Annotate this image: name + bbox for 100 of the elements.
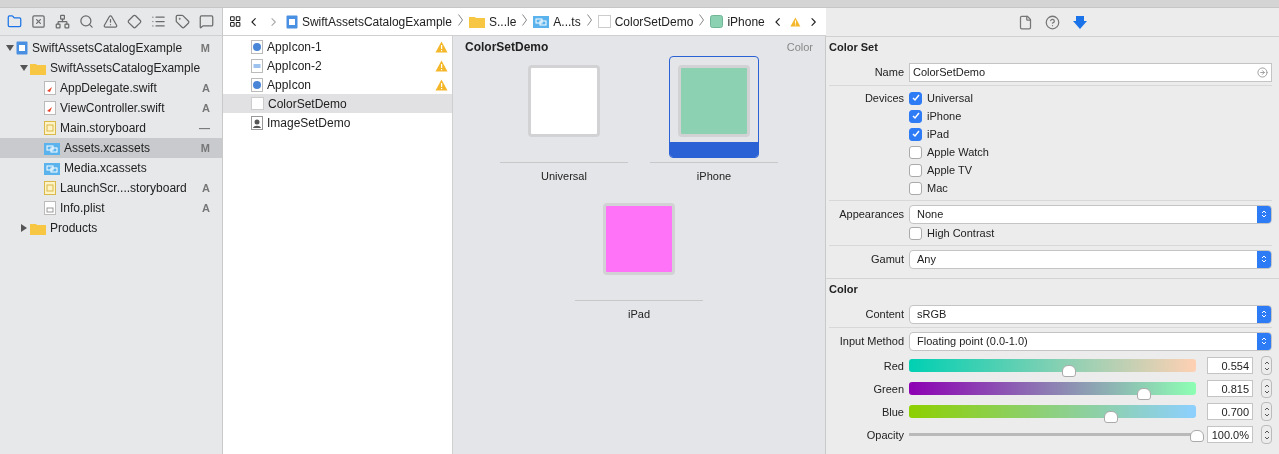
slider-thumb[interactable] xyxy=(1190,430,1204,442)
asset-title: ColorSetDemo xyxy=(465,40,549,54)
checkbox-label: iPad xyxy=(927,128,950,140)
checkbox[interactable] xyxy=(909,127,922,141)
breadcrumb-item[interactable]: SwiftAssetsCatalogExample xyxy=(301,14,452,29)
asset-item[interactable]: ColorSetDemo xyxy=(223,94,452,113)
slot-label: iPad xyxy=(628,308,650,320)
attributes-inspector-icon[interactable] xyxy=(1071,14,1088,30)
file-tree-item[interactable]: Assets.xcassets M xyxy=(0,138,222,158)
checkbox-label: Apple TV xyxy=(927,164,973,176)
file-tree-item[interactable]: AppDelegate.swift A xyxy=(0,78,222,98)
checkbox-label: Mac xyxy=(927,182,948,194)
asset-item[interactable]: ImageSetDemo xyxy=(223,113,452,132)
breadcrumb-item[interactable]: iPhone xyxy=(727,14,765,29)
field-label: Devices xyxy=(863,92,904,104)
disclosure-triangle-icon[interactable] xyxy=(20,224,28,232)
gamut-select[interactable]: Any xyxy=(909,249,1272,269)
folder-icon xyxy=(30,221,46,235)
scm-status: A xyxy=(202,182,210,194)
checkbox-label: iPhone xyxy=(927,110,962,122)
scm-status: A xyxy=(202,102,210,114)
slider-label: Opacity xyxy=(865,428,904,441)
checkbox-label: Apple Watch xyxy=(927,146,989,158)
asset-item[interactable]: AppIcon xyxy=(223,75,452,94)
scm-status: — xyxy=(199,122,210,134)
disclosure-triangle-icon[interactable] xyxy=(6,44,14,52)
file-inspector-icon[interactable] xyxy=(1017,14,1033,30)
scm-status: M xyxy=(200,142,210,154)
asset-name: ColorSetDemo xyxy=(268,96,348,111)
help-icon[interactable] xyxy=(1044,14,1060,30)
checkbox[interactable] xyxy=(909,109,922,123)
file-tree-item[interactable]: SwiftAssetsCatalogExample xyxy=(0,58,222,78)
slider-thumb[interactable] xyxy=(1136,388,1151,400)
scm-status: A xyxy=(202,82,210,94)
field-label: Gamut xyxy=(870,253,904,265)
name-field[interactable]: ColorSetDemo xyxy=(909,62,1272,82)
stepper-icon[interactable] xyxy=(1263,359,1270,372)
disclosure-triangle-icon[interactable] xyxy=(20,64,28,72)
app-icon-set-icon xyxy=(251,77,263,92)
value-field[interactable]: 100.0% xyxy=(1207,426,1253,443)
folder-icon xyxy=(30,61,46,75)
slider-thumb[interactable] xyxy=(1062,365,1076,377)
file-name: Assets.xcassets xyxy=(64,141,152,155)
file-name: SwiftAssetsCatalogExample xyxy=(32,41,184,55)
slider-label: Green xyxy=(872,382,904,395)
asset-name: AppIcon xyxy=(267,77,313,92)
chevron-icon xyxy=(457,14,463,26)
value-field[interactable]: 0.815 xyxy=(1207,380,1253,397)
file-tree-item[interactable]: LaunchScr....storyboard A xyxy=(0,178,222,198)
value-field[interactable]: 0.700 xyxy=(1207,403,1253,420)
breadcrumb-item[interactable]: ColorSetDemo xyxy=(614,14,694,29)
checkbox[interactable] xyxy=(909,91,922,105)
file-name: ViewController.swift xyxy=(60,101,166,115)
grid-icon[interactable] xyxy=(229,14,242,29)
slider-label: Blue xyxy=(880,405,904,418)
app-icon-set-icon xyxy=(251,58,263,73)
select-arrows-icon xyxy=(1261,309,1267,319)
asset-name: ImageSetDemo xyxy=(267,115,352,130)
field-label: Name xyxy=(873,66,904,78)
checkbox[interactable] xyxy=(909,145,922,159)
file-tree-item[interactable]: Media.xcassets xyxy=(0,158,222,178)
appearances-select[interactable]: None xyxy=(909,204,1272,224)
warning-icon xyxy=(435,59,448,72)
input-method-select[interactable]: Floating point (0.0-1.0) xyxy=(909,331,1272,351)
checkbox[interactable] xyxy=(909,226,922,240)
file-tree-item[interactable]: ViewController.swift A xyxy=(0,98,222,118)
stepper-icon[interactable] xyxy=(1263,428,1270,441)
asset-item[interactable]: AppIcon-2 xyxy=(223,56,452,75)
select-arrows-icon xyxy=(1261,336,1267,346)
slot-label: Universal xyxy=(541,170,587,182)
file-name: Media.xcassets xyxy=(64,161,148,175)
color-swatch-icon xyxy=(710,15,724,28)
stepper-icon[interactable] xyxy=(1263,405,1270,418)
warning-icon xyxy=(790,15,801,28)
asset-type: Color xyxy=(786,41,813,53)
asset-catalog-icon xyxy=(533,15,550,28)
file-tree-item[interactable]: Info.plist A xyxy=(0,198,222,218)
color-well[interactable] xyxy=(669,56,759,158)
content-select[interactable]: sRGB xyxy=(909,304,1272,324)
breadcrumb-item[interactable]: A...ts xyxy=(553,14,581,29)
file-tree-item[interactable]: Products xyxy=(0,218,222,238)
checkbox[interactable] xyxy=(909,181,922,195)
file-name: AppDelegate.swift xyxy=(60,81,158,95)
checkbox[interactable] xyxy=(909,163,922,177)
storyboard-file-icon xyxy=(44,121,56,135)
field-label: Input Method xyxy=(838,335,904,347)
file-tree-item[interactable]: Main.storyboard — xyxy=(0,118,222,138)
chevron-icon xyxy=(699,14,705,26)
folder-icon xyxy=(468,15,485,28)
value-field[interactable]: 0.554 xyxy=(1207,357,1253,374)
field-label: Appearances xyxy=(838,208,904,220)
stepper-icon[interactable] xyxy=(1263,382,1270,395)
slider-thumb[interactable] xyxy=(1103,411,1118,423)
breadcrumb-item[interactable]: S...le xyxy=(488,14,517,29)
file-tree-item[interactable]: SwiftAssetsCatalogExample M xyxy=(0,38,222,58)
swift-file-icon xyxy=(44,81,56,95)
asset-item[interactable]: AppIcon-1 xyxy=(223,37,452,56)
warning-icon xyxy=(435,40,448,53)
section-title: Color xyxy=(829,283,859,295)
go-icon[interactable] xyxy=(1257,66,1268,78)
